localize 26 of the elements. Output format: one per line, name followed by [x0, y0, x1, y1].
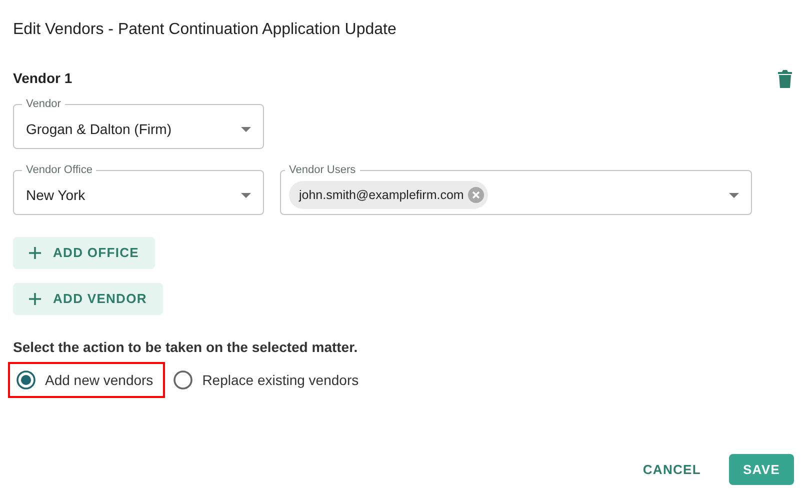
- field-value: New York: [26, 186, 86, 204]
- field-label: Vendor Users: [288, 165, 357, 176]
- radio-option[interactable]: Replace existing vendors: [165, 362, 371, 398]
- select-field[interactable]: Vendor Users john.smith@examplefirm.com: [280, 165, 752, 215]
- radio-icon[interactable]: [173, 370, 194, 390]
- plus-icon: [29, 293, 41, 305]
- dropdown-caret-icon[interactable]: [241, 192, 251, 198]
- dropdown-caret-icon[interactable]: [729, 192, 739, 198]
- user-chip[interactable]: john.smith@examplefirm.com: [289, 181, 488, 209]
- add-button[interactable]: ADD OFFICE: [13, 237, 155, 269]
- plus-icon: [29, 247, 41, 259]
- field-value: Grogan & Dalton (Firm): [26, 120, 172, 139]
- radio-option[interactable]: Add new vendors: [8, 362, 166, 398]
- action-prompt: Select the action to be taken on the selected matter.: [13, 338, 359, 357]
- vendor-heading: Vendor 1: [13, 69, 72, 88]
- cancel-button[interactable]: CANCEL: [628, 454, 715, 485]
- field-label: Vendor Office: [25, 165, 94, 176]
- field-label: Vendor: [25, 99, 62, 110]
- remove-icon[interactable]: [468, 187, 484, 203]
- trash-icon[interactable]: [778, 70, 792, 88]
- radio-icon[interactable]: [16, 370, 36, 390]
- select-field[interactable]: Vendor Grogan & Dalton (Firm): [13, 99, 264, 149]
- select-field[interactable]: Vendor Office New York: [13, 165, 264, 215]
- dialog-title: Edit Vendors - Patent Continuation Application Update: [13, 20, 398, 40]
- add-button[interactable]: ADD VENDOR: [13, 283, 163, 315]
- dropdown-caret-icon[interactable]: [241, 126, 251, 132]
